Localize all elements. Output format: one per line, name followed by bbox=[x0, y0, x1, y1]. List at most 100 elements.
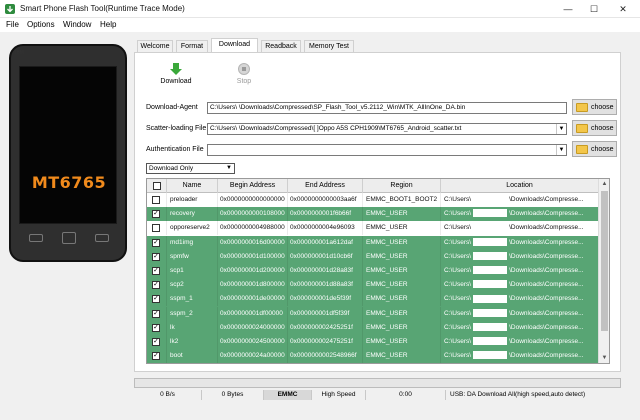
status-usb: USB: DA Download All(high speed,auto det… bbox=[450, 391, 586, 398]
location-suffix: \Downloads\Compresse... bbox=[509, 224, 584, 232]
phone-home-key bbox=[62, 232, 76, 244]
row-checkbox[interactable]: ✓ bbox=[152, 252, 160, 261]
table-row[interactable]: ✓ sspm_2 0x000000001df00000 0x000000001df5f… bbox=[147, 306, 599, 321]
scatter-file-value: C:\Users\ \Downloads\Compressed\[ ]Oppo … bbox=[210, 125, 462, 132]
row-checkbox[interactable]: ✓ bbox=[152, 295, 160, 304]
cell-location: C:\Users\ \Downloads\Compresse... bbox=[441, 278, 599, 293]
row-checkbox[interactable]: ✓ bbox=[152, 210, 160, 219]
row-checkbox[interactable] bbox=[152, 224, 160, 233]
row-checkbox[interactable]: ✓ bbox=[152, 338, 160, 346]
cell-begin: 0x0000000024500000 bbox=[218, 335, 288, 349]
auth-file-choose-button[interactable]: choose bbox=[572, 141, 617, 157]
scatter-file-label: Scatter-loading File bbox=[146, 125, 207, 132]
row-checkbox[interactable]: ✓ bbox=[152, 281, 160, 290]
table-row[interactable]: ✓ recovery 0x0000000000108000 0x0000000001f… bbox=[147, 207, 599, 222]
scrollbar-thumb[interactable] bbox=[601, 191, 608, 331]
download-agent-field[interactable]: C:\Users\ \Downloads\Compressed\SP_Flash… bbox=[207, 102, 567, 114]
table-row[interactable]: ✓ scp1 0x000000001d200000 0x000000001d28a83… bbox=[147, 264, 599, 279]
redacted-username bbox=[473, 351, 508, 360]
table-row[interactable]: ✓ boot 0x0000000024a00000 0x000000000254896… bbox=[147, 349, 599, 363]
col-begin-address[interactable]: Begin Address bbox=[218, 179, 288, 193]
cell-name: boot bbox=[167, 349, 218, 363]
partition-table: Name Begin Address End Address Region Lo… bbox=[146, 178, 610, 364]
col-location[interactable]: Location bbox=[441, 179, 599, 193]
table-row[interactable]: ✓ sspm_1 0x000000001de00000 0x000000001de5f… bbox=[147, 292, 599, 307]
cell-end: 0x000000001df5f39f bbox=[288, 306, 363, 321]
cell-end: 0x000000002475251f bbox=[288, 335, 363, 349]
scroll-down-icon[interactable]: ▼ bbox=[599, 353, 609, 363]
col-name[interactable]: Name bbox=[167, 179, 218, 193]
location-suffix: \Downloads\Compresse... bbox=[509, 309, 584, 317]
cell-begin: 0x0000000004988000 bbox=[218, 221, 288, 236]
scatter-file-combo[interactable]: C:\Users\ \Downloads\Compressed\[ ]Oppo … bbox=[207, 123, 567, 135]
cell-begin: 0x0000000016d00000 bbox=[218, 235, 288, 250]
row-checkbox[interactable]: ✓ bbox=[152, 309, 160, 318]
stop-icon bbox=[238, 63, 250, 75]
cell-region: EMMC_USER bbox=[363, 235, 441, 250]
table-row[interactable]: ✓ lk 0x0000000024000000 0x000000002425251f E… bbox=[147, 320, 599, 335]
location-suffix: \Downloads\Compresse... bbox=[509, 252, 584, 260]
row-checkbox[interactable]: ✓ bbox=[152, 323, 160, 332]
row-checkbox-cell: ✓ bbox=[147, 249, 167, 264]
scroll-up-icon[interactable]: ▲ bbox=[599, 179, 609, 189]
download-arrow-icon bbox=[170, 63, 182, 75]
table-row[interactable]: ✓ lk2 0x0000000024500000 0x000000002475251f… bbox=[147, 335, 599, 350]
location-suffix: \Downloads\Compresse... bbox=[509, 323, 584, 331]
cell-name: scp1 bbox=[167, 264, 218, 278]
cell-region: EMMC_USER bbox=[363, 335, 441, 349]
row-checkbox[interactable]: ✓ bbox=[152, 352, 160, 361]
cell-name: spmfw bbox=[167, 249, 218, 264]
location-prefix: C:\Users\ bbox=[444, 196, 472, 203]
cell-region: EMMC_USER bbox=[363, 221, 441, 236]
table-row[interactable]: ✓ md1img 0x0000000016d00000 0x000000001a612… bbox=[147, 235, 599, 250]
location-prefix: C:\Users\ bbox=[444, 238, 472, 246]
title-bar: Smart Phone Flash Tool(Runtime Trace Mod… bbox=[0, 0, 640, 18]
close-button[interactable]: ✕ bbox=[610, 2, 636, 16]
download-button[interactable]: Download bbox=[160, 62, 192, 85]
maximize-button[interactable]: ☐ bbox=[581, 2, 607, 16]
menu-help[interactable]: Help bbox=[100, 20, 116, 29]
phone-back-key bbox=[29, 234, 43, 242]
stop-button[interactable]: Stop bbox=[231, 62, 257, 85]
col-region[interactable]: Region bbox=[363, 179, 441, 193]
chevron-down-icon[interactable]: ▼ bbox=[556, 124, 566, 134]
menu-options[interactable]: Options bbox=[27, 20, 55, 29]
cell-location: C:\Users\ \Downloads\Compresse... bbox=[441, 306, 599, 321]
col-end-address[interactable]: End Address bbox=[288, 179, 363, 193]
cell-region: EMMC_USER bbox=[363, 349, 441, 363]
download-mode-select[interactable]: Download Only ▼ bbox=[146, 163, 235, 174]
folder-icon bbox=[576, 145, 588, 154]
cell-region: EMMC_USER bbox=[363, 278, 441, 293]
cell-end: 0x000000001de5f39f bbox=[288, 292, 363, 307]
cell-location: C:\Users\ \Downloads\Compresse... bbox=[441, 249, 599, 264]
row-checkbox-cell: ✓ bbox=[147, 306, 167, 321]
table-row[interactable]: preloader 0x0000000000000000 0x00000000000… bbox=[147, 193, 599, 208]
menu-file[interactable]: File bbox=[6, 20, 19, 29]
row-checkbox[interactable] bbox=[152, 196, 160, 204]
cell-location: C:\Users\ \Downloads\Compresse... bbox=[441, 193, 599, 207]
folder-icon bbox=[576, 103, 588, 112]
tab-download[interactable]: Download bbox=[211, 38, 258, 53]
cell-begin: 0x000000001d200000 bbox=[218, 264, 288, 278]
cell-end: 0x000000001a612daf bbox=[288, 235, 363, 250]
cell-name: recovery bbox=[167, 207, 218, 222]
cell-begin: 0x000000001df00000 bbox=[218, 306, 288, 321]
minimize-button[interactable]: — bbox=[555, 2, 581, 16]
auth-file-combo[interactable]: ▼ bbox=[207, 144, 567, 156]
redacted-username bbox=[473, 266, 508, 275]
row-checkbox[interactable]: ✓ bbox=[152, 238, 160, 247]
table-row[interactable]: ✓ scp2 0x000000001d800000 0x000000001d88a83… bbox=[147, 278, 599, 293]
cell-location: C:\Users\ \Downloads\Compresse... bbox=[441, 221, 599, 236]
table-scrollbar[interactable]: ▲ ▼ bbox=[598, 179, 609, 363]
chevron-down-icon[interactable]: ▼ bbox=[556, 145, 566, 155]
cell-location: C:\Users\ \Downloads\Compresse... bbox=[441, 207, 599, 222]
row-checkbox[interactable]: ✓ bbox=[152, 267, 160, 275]
select-all-checkbox[interactable] bbox=[153, 182, 161, 190]
scatter-file-choose-button[interactable]: choose bbox=[572, 120, 617, 136]
download-agent-choose-button[interactable]: choose bbox=[572, 99, 617, 115]
table-row[interactable]: opporeserve2 0x0000000004988000 0x00000000… bbox=[147, 221, 599, 236]
chevron-down-icon: ▼ bbox=[226, 165, 232, 171]
redacted-username bbox=[473, 252, 508, 261]
table-row[interactable]: ✓ spmfw 0x000000001d100000 0x000000001d10cb… bbox=[147, 249, 599, 264]
menu-window[interactable]: Window bbox=[63, 20, 91, 29]
